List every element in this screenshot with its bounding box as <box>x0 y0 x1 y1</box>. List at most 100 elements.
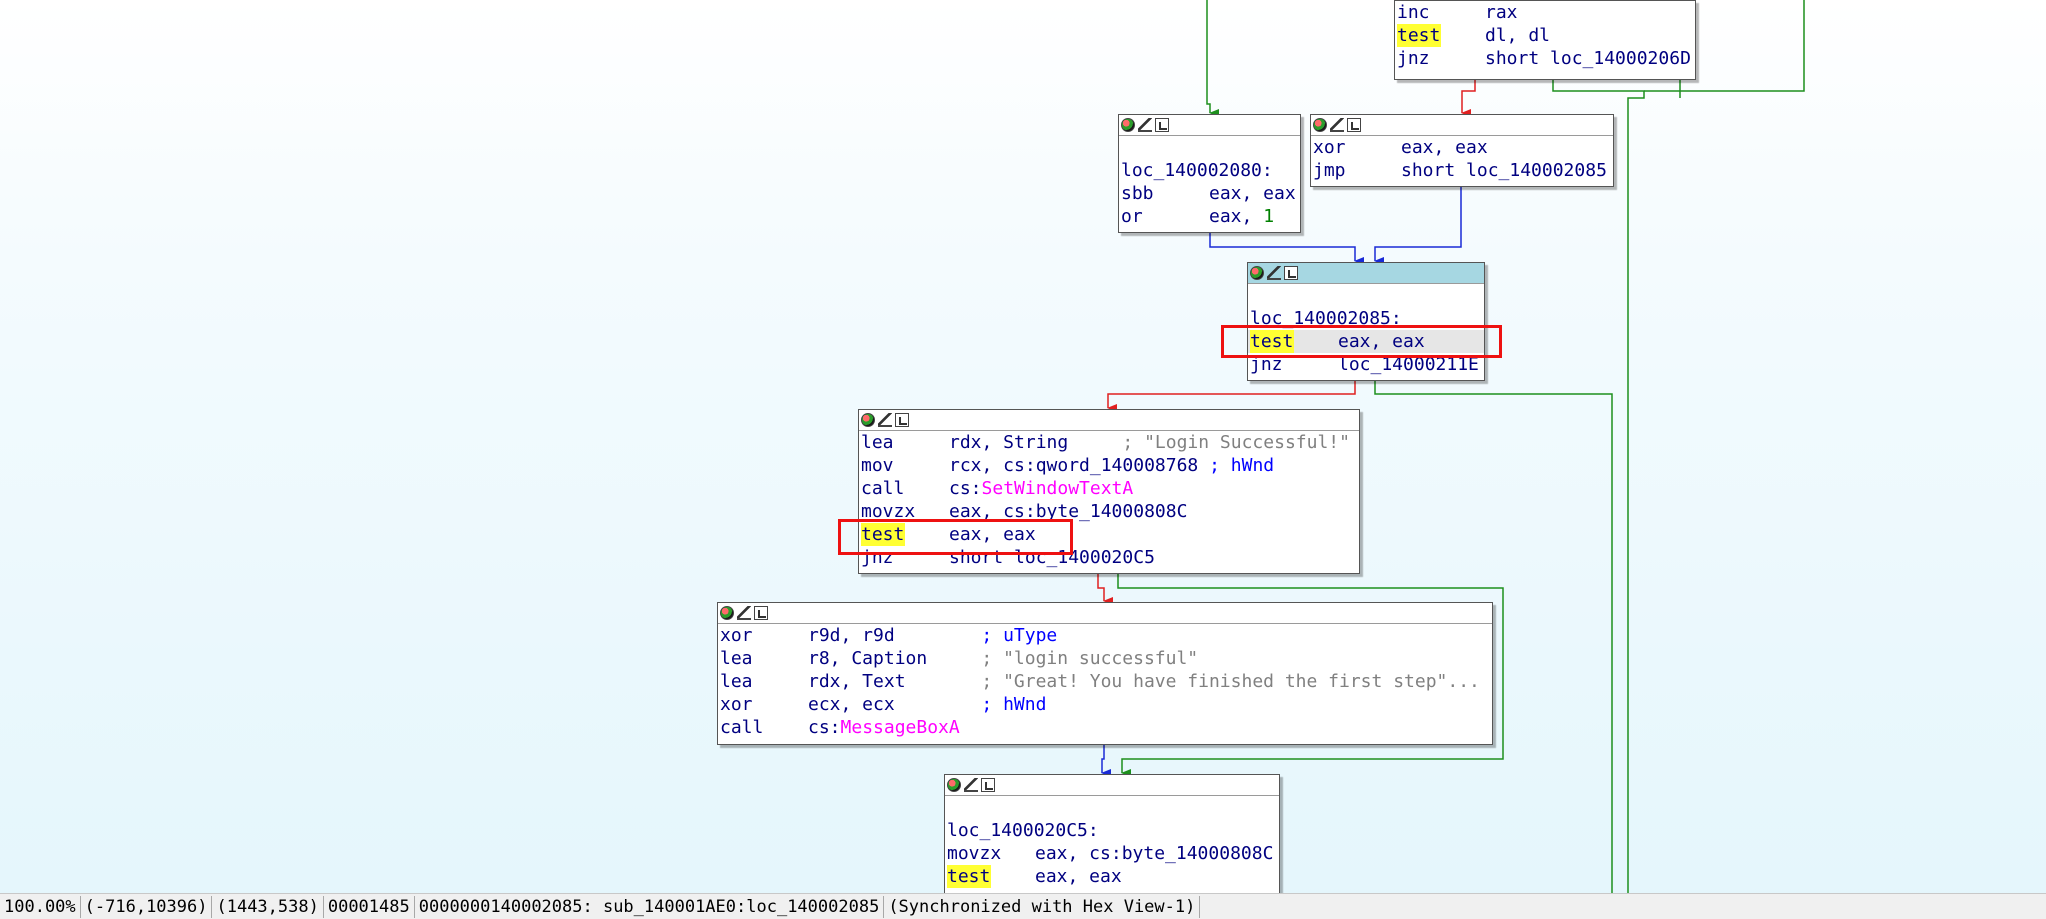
operands: cs: <box>949 478 982 499</box>
operands: eax, cs:byte_14000808C <box>1035 843 1274 864</box>
annotation-box <box>1221 325 1502 358</box>
asm-line[interactable]: xor r9d, r9d ; uType <box>718 624 1492 647</box>
asm-line[interactable]: lea rdx, Text ; "Great! You have finished… <box>718 670 1492 693</box>
asm-line[interactable]: jnz short loc_14000206D <box>1395 47 1695 70</box>
edge-true <box>1552 79 1645 893</box>
mnemonic: mov <box>861 455 894 476</box>
imported-function[interactable]: SetWindowTextA <box>982 478 1134 499</box>
operands: eax, <box>1209 206 1264 227</box>
mnemonic: test <box>947 865 991 888</box>
status-bar: 100.00% (-716,10396) (1443,538) 00001485… <box>0 893 2046 919</box>
graph-icon[interactable] <box>1347 118 1361 132</box>
block-header <box>1248 263 1484 284</box>
color-icon[interactable] <box>1250 266 1264 280</box>
operands: eax, eax <box>1035 866 1122 887</box>
block-header <box>945 775 1279 796</box>
asm-line[interactable]: movzx eax, cs:byte_14000808C <box>945 842 1279 865</box>
asm-line[interactable]: xor ecx, ecx ; hWnd <box>718 693 1492 716</box>
code-block[interactable]: inc rax test dl, dl jnz short loc_14000206D <box>1394 0 1696 80</box>
operands: short loc_140002085 <box>1401 160 1607 181</box>
color-icon[interactable] <box>1313 118 1327 132</box>
asm-line[interactable]: call cs:MessageBoxA <box>718 716 1492 739</box>
asm-line[interactable]: lea r8, Caption ; "login successful" <box>718 647 1492 670</box>
block-header <box>1311 115 1613 136</box>
block-header <box>1119 115 1300 136</box>
block-header <box>718 603 1492 624</box>
operands: cs: <box>808 717 841 738</box>
code-block[interactable]: loc_140002080: sbb eax, eax or eax, 1 <box>1118 114 1301 233</box>
mnemonic: lea <box>720 671 753 692</box>
comment: ; uType <box>981 625 1058 646</box>
graph-view[interactable]: inc rax test dl, dl jnz short loc_14000206D… <box>0 0 2046 906</box>
immediate-value: 1 <box>1263 206 1275 227</box>
code-block[interactable]: xor eax, eax jmp short loc_140002085 <box>1310 114 1614 187</box>
mnemonic: xor <box>1313 137 1346 158</box>
operands: r8, Caption <box>808 648 982 669</box>
string-comment: ; "Login Successful!" <box>1122 432 1350 453</box>
operands: rdx, Text <box>808 671 982 692</box>
mnemonic: inc <box>1397 2 1430 23</box>
edge-uncond <box>1101 744 1111 777</box>
operands: short loc_14000206D <box>1485 48 1691 69</box>
rename-icon[interactable] <box>964 778 978 792</box>
mnemonic: test <box>1397 24 1441 47</box>
block-label[interactable]: loc_140002080: <box>1119 159 1300 182</box>
code-block-selected[interactable]: loc_140002085: test eax, eax jnz loc_14000… <box>1247 262 1485 381</box>
annotation-box <box>838 519 1073 555</box>
mouse-coordinates: (1443,538) <box>212 895 324 918</box>
operands: eax, eax <box>1401 137 1488 158</box>
edge-true <box>1206 0 1219 117</box>
imported-function[interactable]: MessageBoxA <box>841 717 960 738</box>
operands: dl, dl <box>1485 25 1551 46</box>
graph-icon[interactable] <box>1284 266 1298 280</box>
edge-uncond <box>1209 232 1364 265</box>
operands: rax <box>1485 2 1518 23</box>
mnemonic: jnz <box>1397 48 1430 69</box>
asm-line[interactable]: inc rax <box>1395 1 1695 24</box>
block-header <box>859 410 1359 431</box>
color-icon[interactable] <box>947 778 961 792</box>
mnemonic: or <box>1121 206 1143 227</box>
graph-icon[interactable] <box>895 413 909 427</box>
mnemonic: lea <box>861 432 894 453</box>
graph-icon[interactable] <box>754 606 768 620</box>
asm-line[interactable]: or eax, 1 <box>1119 205 1300 228</box>
edge-false <box>1461 79 1476 117</box>
rename-icon[interactable] <box>1330 118 1344 132</box>
mnemonic: sbb <box>1121 183 1154 204</box>
code-block[interactable]: loc_1400020C5: movzx eax, cs:byte_1400080… <box>944 774 1280 906</box>
mnemonic: jmp <box>1313 160 1346 181</box>
mnemonic: movzx <box>947 843 1002 864</box>
operands: rcx, cs:qword_140008768 <box>949 455 1210 476</box>
asm-line[interactable]: lea rdx, String ; "Login Successful!" <box>859 431 1359 454</box>
asm-line[interactable]: jmp short loc_140002085 <box>1311 159 1613 182</box>
graph-icon[interactable] <box>1155 118 1169 132</box>
operands: ecx, ecx <box>808 694 982 715</box>
rename-icon[interactable] <box>1267 266 1281 280</box>
asm-line[interactable]: test eax, eax <box>945 865 1279 888</box>
string-comment: ; "login successful" <box>981 648 1199 669</box>
mnemonic: xor <box>720 625 753 646</box>
rename-icon[interactable] <box>878 413 892 427</box>
asm-line[interactable]: call cs:SetWindowTextA <box>859 477 1359 500</box>
zoom-level[interactable]: 100.00% <box>0 895 81 918</box>
color-icon[interactable] <box>720 606 734 620</box>
sync-status: (Synchronized with Hex View-1) <box>884 895 1201 918</box>
asm-line[interactable]: test dl, dl <box>1395 24 1695 47</box>
asm-line[interactable]: xor eax, eax <box>1311 136 1613 159</box>
code-block[interactable]: xor r9d, r9d ; uType lea r8, Caption ; "lo… <box>717 602 1493 745</box>
block-label[interactable]: loc_1400020C5: <box>945 819 1279 842</box>
rename-icon[interactable] <box>737 606 751 620</box>
operands: r9d, r9d <box>808 625 982 646</box>
color-icon[interactable] <box>861 413 875 427</box>
asm-line[interactable]: mov rcx, cs:qword_140008768 ; hWnd <box>859 454 1359 477</box>
asm-line[interactable]: sbb eax, eax <box>1119 182 1300 205</box>
rename-icon[interactable] <box>1138 118 1152 132</box>
operands: eax, eax <box>1209 183 1296 204</box>
edge-uncond <box>1374 186 1462 265</box>
color-icon[interactable] <box>1121 118 1135 132</box>
string-comment: ; "Great! You have finished the first st… <box>981 671 1480 692</box>
graph-icon[interactable] <box>981 778 995 792</box>
mnemonic: lea <box>720 648 753 669</box>
current-location: 0000000140002085: sub_140001AE0:loc_1400… <box>415 895 885 918</box>
